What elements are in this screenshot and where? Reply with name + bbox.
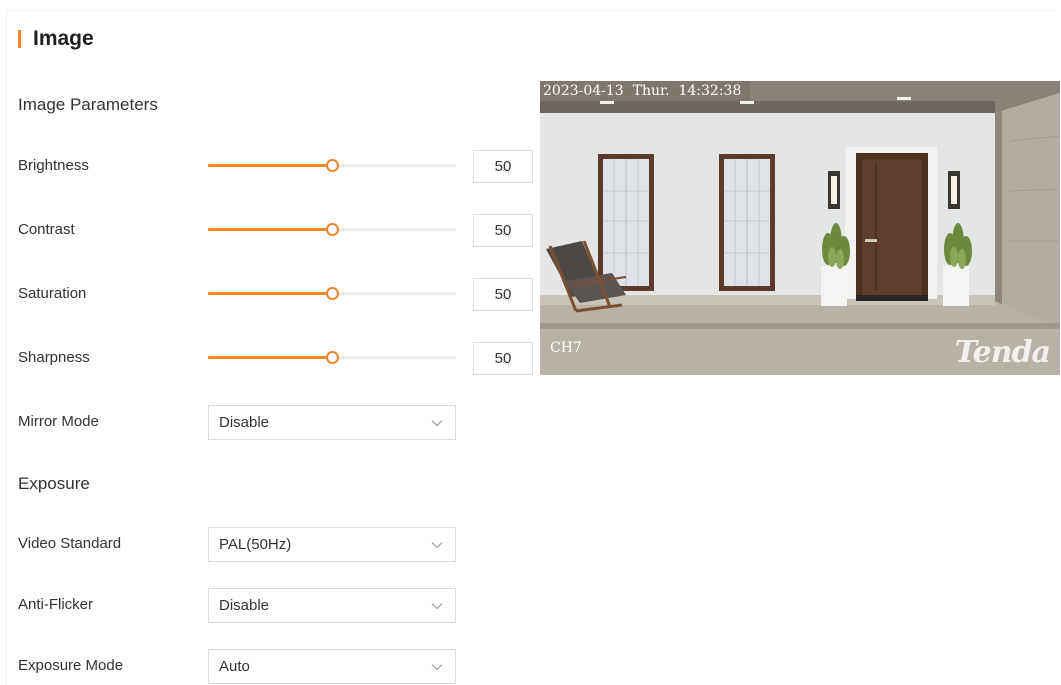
chevron-down-icon xyxy=(431,541,443,548)
chevron-down-icon xyxy=(431,663,443,670)
anti-flicker-label: Anti-Flicker xyxy=(18,596,94,613)
sharpness-slider[interactable] xyxy=(208,350,456,364)
brightness-value-input[interactable]: 50 xyxy=(473,150,533,183)
slider-thumb[interactable] xyxy=(326,351,339,364)
mirror-mode-label: Mirror Mode xyxy=(18,413,99,430)
video-standard-value: PAL(50Hz) xyxy=(219,536,292,553)
section-title-exposure: Exposure xyxy=(18,474,90,493)
mirror-mode-value: Disable xyxy=(219,414,270,431)
slider-fill xyxy=(208,356,332,359)
video-standard-select[interactable]: PAL(50Hz) xyxy=(208,527,456,562)
chevron-down-icon xyxy=(431,419,443,426)
saturation-slider[interactable] xyxy=(208,286,456,300)
exposure-mode-select[interactable]: Auto xyxy=(208,649,456,684)
anti-flicker-value: Disable xyxy=(219,597,270,614)
slider-thumb[interactable] xyxy=(326,287,339,300)
slider-fill xyxy=(208,292,332,295)
slider-fill xyxy=(208,228,332,231)
tenda-logo: Tenda xyxy=(954,335,1051,370)
video-standard-label: Video Standard xyxy=(18,535,122,552)
sharpness-value-input[interactable]: 50 xyxy=(473,342,533,375)
contrast-label: Contrast xyxy=(18,221,75,238)
section-title-image-parameters: Image Parameters xyxy=(18,95,158,114)
page-title: Image xyxy=(18,26,94,52)
preview-scene-image xyxy=(540,81,1060,375)
slider-thumb[interactable] xyxy=(326,159,339,172)
slider-fill xyxy=(208,164,332,167)
page-title-text: Image xyxy=(33,27,94,50)
sharpness-label: Sharpness xyxy=(18,349,90,366)
saturation-label: Saturation xyxy=(18,285,87,302)
preview-timestamp: 2023-04-13 Thur. 14:32:38 xyxy=(543,83,742,99)
brightness-slider[interactable] xyxy=(208,158,456,172)
chevron-down-icon xyxy=(431,602,443,609)
exposure-mode-value: Auto xyxy=(219,658,250,675)
anti-flicker-select[interactable]: Disable xyxy=(208,588,456,623)
title-accent-bar xyxy=(18,30,21,48)
camera-preview: 2023-04-13 Thur. 14:32:38 CH7 Tenda xyxy=(540,81,1060,375)
contrast-value-input[interactable]: 50 xyxy=(473,214,533,247)
brightness-label: Brightness xyxy=(18,157,89,174)
contrast-slider[interactable] xyxy=(208,222,456,236)
saturation-value-input[interactable]: 50 xyxy=(473,278,533,311)
exposure-mode-label: Exposure Mode xyxy=(18,657,124,674)
preview-channel-label: CH7 xyxy=(550,340,582,356)
slider-thumb[interactable] xyxy=(326,223,339,236)
mirror-mode-select[interactable]: Disable xyxy=(208,405,456,440)
